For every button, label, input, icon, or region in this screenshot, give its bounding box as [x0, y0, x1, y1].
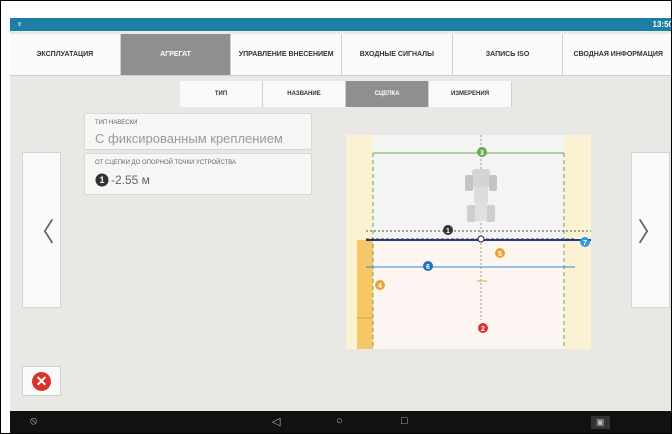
cancel-button[interactable]: ✕: [22, 366, 61, 396]
svg-text:4: 4: [378, 283, 382, 290]
marker-1-icon: 1: [95, 173, 109, 187]
tab-implement[interactable]: АГРЕГАТ: [120, 34, 232, 76]
tab-iso-recording[interactable]: ЗАПИСЬ ISO: [452, 34, 564, 76]
subtab-measurements[interactable]: ИЗМЕРЕНИЯ: [429, 81, 512, 107]
close-icon: ✕: [32, 371, 51, 391]
system-nav-bar: ⦸ ◁ ○ □ ▣: [10, 411, 671, 433]
tab-rate-control[interactable]: УПРАВЛЕНИЕ ВНЕСЕНИЕМ: [231, 34, 343, 76]
svg-text:3: 3: [480, 150, 484, 157]
svg-text:2: 2: [481, 326, 485, 333]
hitch-offset-field[interactable]: ОТ СЦЕПКИ ДО ОПОРНОЙ ТОЧКИ УСТРОЙСТВА -2…: [84, 153, 312, 195]
app-window: ЭКСПЛУАТАЦИЯ АГРЕГАТ УПРАВЛЕНИЕ ВНЕСЕНИЕ…: [10, 31, 671, 411]
svg-text:1: 1: [446, 228, 450, 235]
status-bar: ♆ 13:50: [10, 18, 672, 31]
tab-input-signals[interactable]: ВХОДНЫЕ СИГНАЛЫ: [342, 34, 453, 76]
svg-text:5: 5: [498, 251, 502, 258]
recents-icon[interactable]: □: [401, 415, 408, 427]
subtab-type[interactable]: ТИП: [180, 81, 263, 107]
hitch-diagram: 3 1 5 6 7 4 2: [346, 135, 591, 349]
mount-type-value: С фиксированным креплением: [95, 131, 283, 146]
svg-text:7: 7: [583, 240, 587, 247]
shield-icon[interactable]: ⦸: [30, 415, 37, 428]
mount-type-label: ТИП НАВЕСКИ: [95, 120, 138, 126]
subtab-hitch[interactable]: СЦЕПКА: [346, 81, 429, 107]
chevron-right-icon: 〉: [637, 216, 664, 247]
tab-summary[interactable]: СВОДНАЯ ИНФОРМАЦИЯ: [563, 34, 671, 76]
prev-page-button[interactable]: 〈: [22, 152, 61, 308]
back-icon[interactable]: ◁: [272, 415, 280, 428]
sub-tabs: ТИП НАЗВАНИЕ СЦЕПКА ИЗМЕРЕНИЯ: [180, 81, 512, 107]
screen-frame: ♆ 13:50 ЭКСПЛУАТАЦИЯ АГРЕГАТ УПРАВЛЕНИЕ …: [0, 0, 672, 434]
status-time: 13:50: [652, 20, 672, 29]
main-tabs: ЭКСПЛУАТАЦИЯ АГРЕГАТ УПРАВЛЕНИЕ ВНЕСЕНИЕ…: [10, 34, 671, 76]
home-icon[interactable]: ○: [336, 415, 343, 427]
tab-operation[interactable]: ЭКСПЛУАТАЦИЯ: [10, 34, 121, 76]
hitch-offset-value: -2.55 м: [111, 173, 150, 187]
next-page-button[interactable]: 〉: [631, 152, 670, 308]
app-icon: ♆: [16, 19, 23, 29]
chevron-left-icon: 〈: [28, 216, 55, 247]
subtab-name[interactable]: НАЗВАНИЕ: [263, 81, 346, 107]
screenshot-icon[interactable]: ▣: [591, 416, 610, 429]
hitch-offset-label: ОТ СЦЕПКИ ДО ОПОРНОЙ ТОЧКИ УСТРОЙСТВА: [95, 160, 237, 166]
svg-text:1: 1: [99, 175, 104, 185]
mount-type-field[interactable]: ТИП НАВЕСКИ С фиксированным креплением: [84, 113, 312, 150]
hitch-point-icon: [477, 235, 485, 243]
svg-text:6: 6: [426, 264, 430, 271]
